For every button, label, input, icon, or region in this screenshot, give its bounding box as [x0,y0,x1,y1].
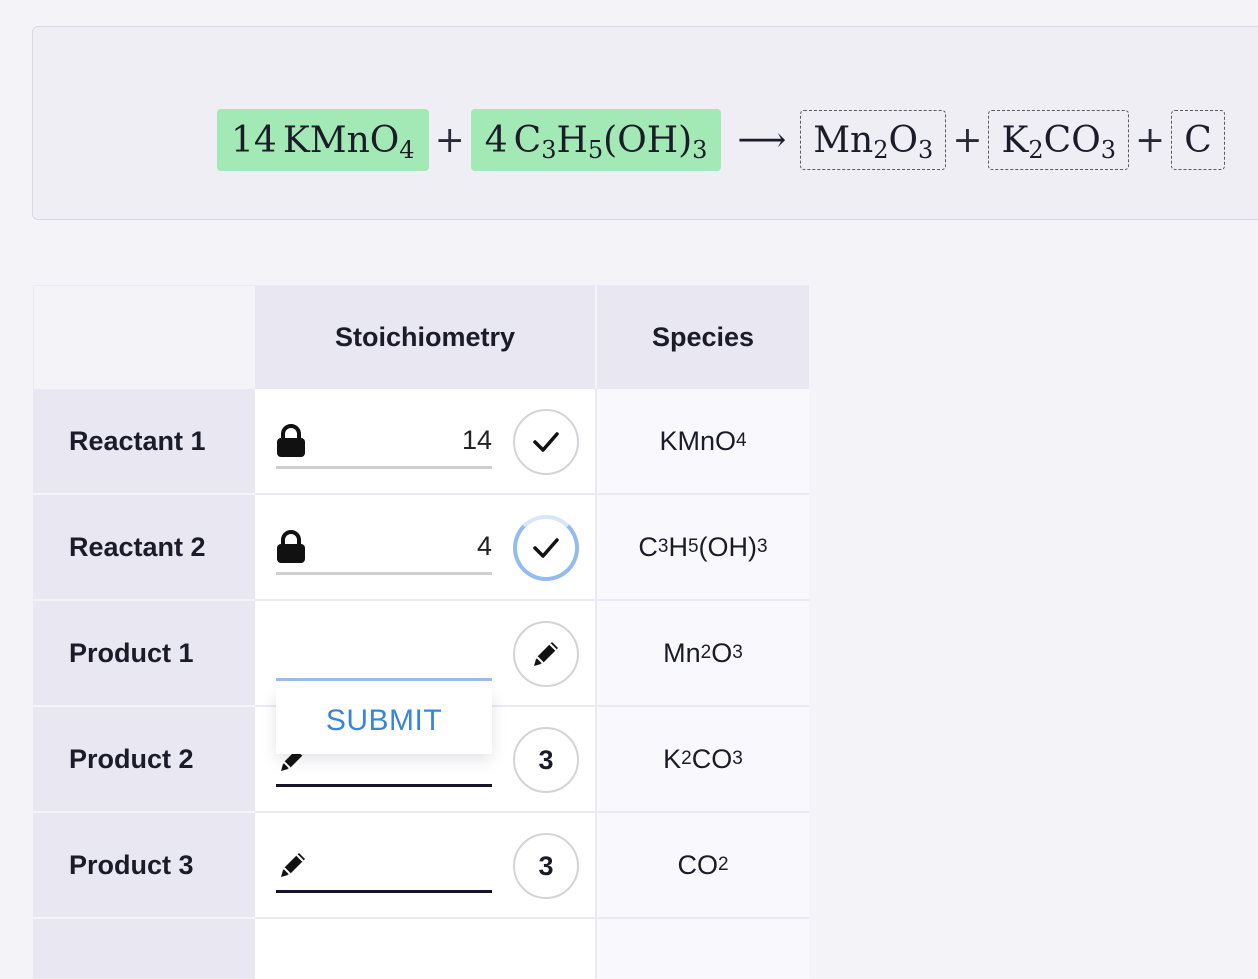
coefficient-input-reactant-1[interactable]: 14 [276,415,492,469]
header-stoichiometry: Stoichiometry [255,285,597,389]
row-label-product-3: Product 3 [33,813,255,919]
table-row-partial [597,919,809,979]
submit-button[interactable]: SUBMIT [276,688,492,754]
coefficient-value: 14 [461,425,492,455]
reaction-arrow: ⟶ [737,120,787,160]
species-product-3: CO 2 [597,813,809,919]
coefficient-value: 4 [476,531,492,561]
table-corner [33,285,255,389]
product-2-term[interactable]: K2CO3 [988,110,1130,170]
plus-sign: + [952,119,983,161]
table-row-partial [255,919,597,979]
check-icon [533,432,559,452]
lock-icon [276,527,316,567]
reactant-2-formula: C3H5(OH)3 [513,119,708,164]
chemical-equation: 14 KMnO4 + 4 C3H5(OH)3 ⟶ Mn2O3 + K2CO3 +… [217,107,1225,173]
pencil-icon [534,642,558,666]
species-reactant-1: KMnO 4 [597,389,809,495]
stoichiometry-table: Stoichiometry Species Reactant 1 14 KMnO… [33,285,809,979]
species-reactant-2: C 3 H 5 (OH) 3 [597,495,809,601]
check-status-button[interactable] [513,409,579,475]
plus-sign: + [434,119,465,161]
table-row: 3 [255,813,597,919]
species-product-2: K 2 CO 3 [597,707,809,813]
reactant-1-formula: KMnO4 [282,119,415,164]
species-product-1: Mn 2 O 3 [597,601,809,707]
row-label-product-1: Product 1 [33,601,255,707]
product-1-term[interactable]: Mn2O3 [800,110,947,170]
reactant-2-coefficient: 4 [484,119,508,161]
equation-panel: 14 KMnO4 + 4 C3H5(OH)3 ⟶ Mn2O3 + K2CO3 +… [32,26,1258,220]
coefficient-badge[interactable]: 3 [513,833,579,899]
row-label-reactant-2: Reactant 2 [33,495,255,601]
reactant-1-coefficient: 14 [231,119,277,161]
row-label-reactant-1: Reactant 1 [33,389,255,495]
coefficient-input-product-1[interactable] [276,627,492,681]
pencil-icon [276,845,316,885]
table-row-partial [33,919,255,979]
plus-sign: + [1135,119,1166,161]
table-row: 14 [255,389,597,495]
reactant-1-term[interactable]: 14 KMnO4 [217,109,429,171]
row-label-product-2: Product 2 [33,707,255,813]
header-species: Species [597,285,809,389]
coefficient-input-reactant-2[interactable]: 4 [276,521,492,575]
reactant-2-term[interactable]: 4 C3H5(OH)3 [470,109,722,171]
table-row: 4 [255,495,597,601]
product-3-term[interactable]: C [1171,110,1225,170]
edit-status-button[interactable] [513,621,579,687]
lock-icon [276,421,316,461]
coefficient-badge[interactable]: 3 [513,727,579,793]
coefficient-input-product-3[interactable] [276,839,492,893]
check-icon [533,538,559,558]
check-status-button[interactable] [513,515,579,581]
